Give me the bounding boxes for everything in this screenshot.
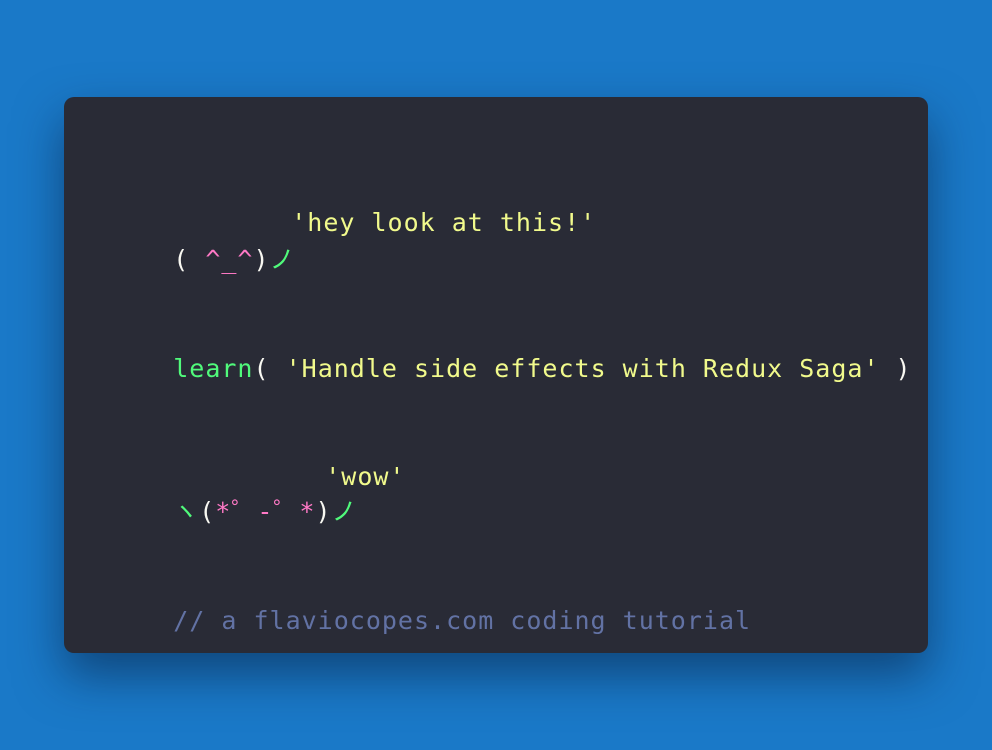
code-line-learn: learn( 'Handle side effects with Redux S… [109, 324, 912, 414]
kaomoji-open: ( [173, 245, 206, 274]
learn-argument: 'Handle side effects with Redux Saga' [285, 354, 880, 383]
code-card: 'hey look at this!' ( ^_^)ノ learn( 'Hand… [64, 97, 928, 653]
paren-close: ) [879, 354, 912, 383]
kaomoji-face: ^_^ [205, 245, 254, 274]
string-hey: 'hey look at this!' [291, 208, 597, 237]
kaomoji-face: *゜-゜* [215, 497, 316, 526]
kaomoji-arm-left: ヽ [173, 497, 200, 526]
kaomoji-close: ) [253, 245, 270, 274]
code-comment: // a flaviocopes.com coding tutorial [173, 606, 752, 635]
paren-open: ( [253, 354, 286, 383]
kaomoji-arm: ノ [269, 245, 296, 274]
code-line-kaomoji-happy: ( ^_^)ノ [109, 215, 296, 305]
kaomoji-open: ( [199, 497, 216, 526]
code-line-kaomoji-wow: ヽ(*゜-゜*)ノ [109, 467, 358, 557]
code-line-comment: // a flaviocopes.com coding tutorial [109, 576, 751, 666]
function-name: learn [173, 354, 254, 383]
kaomoji-arm-right: ノ [331, 497, 358, 526]
kaomoji-close: ) [315, 497, 332, 526]
